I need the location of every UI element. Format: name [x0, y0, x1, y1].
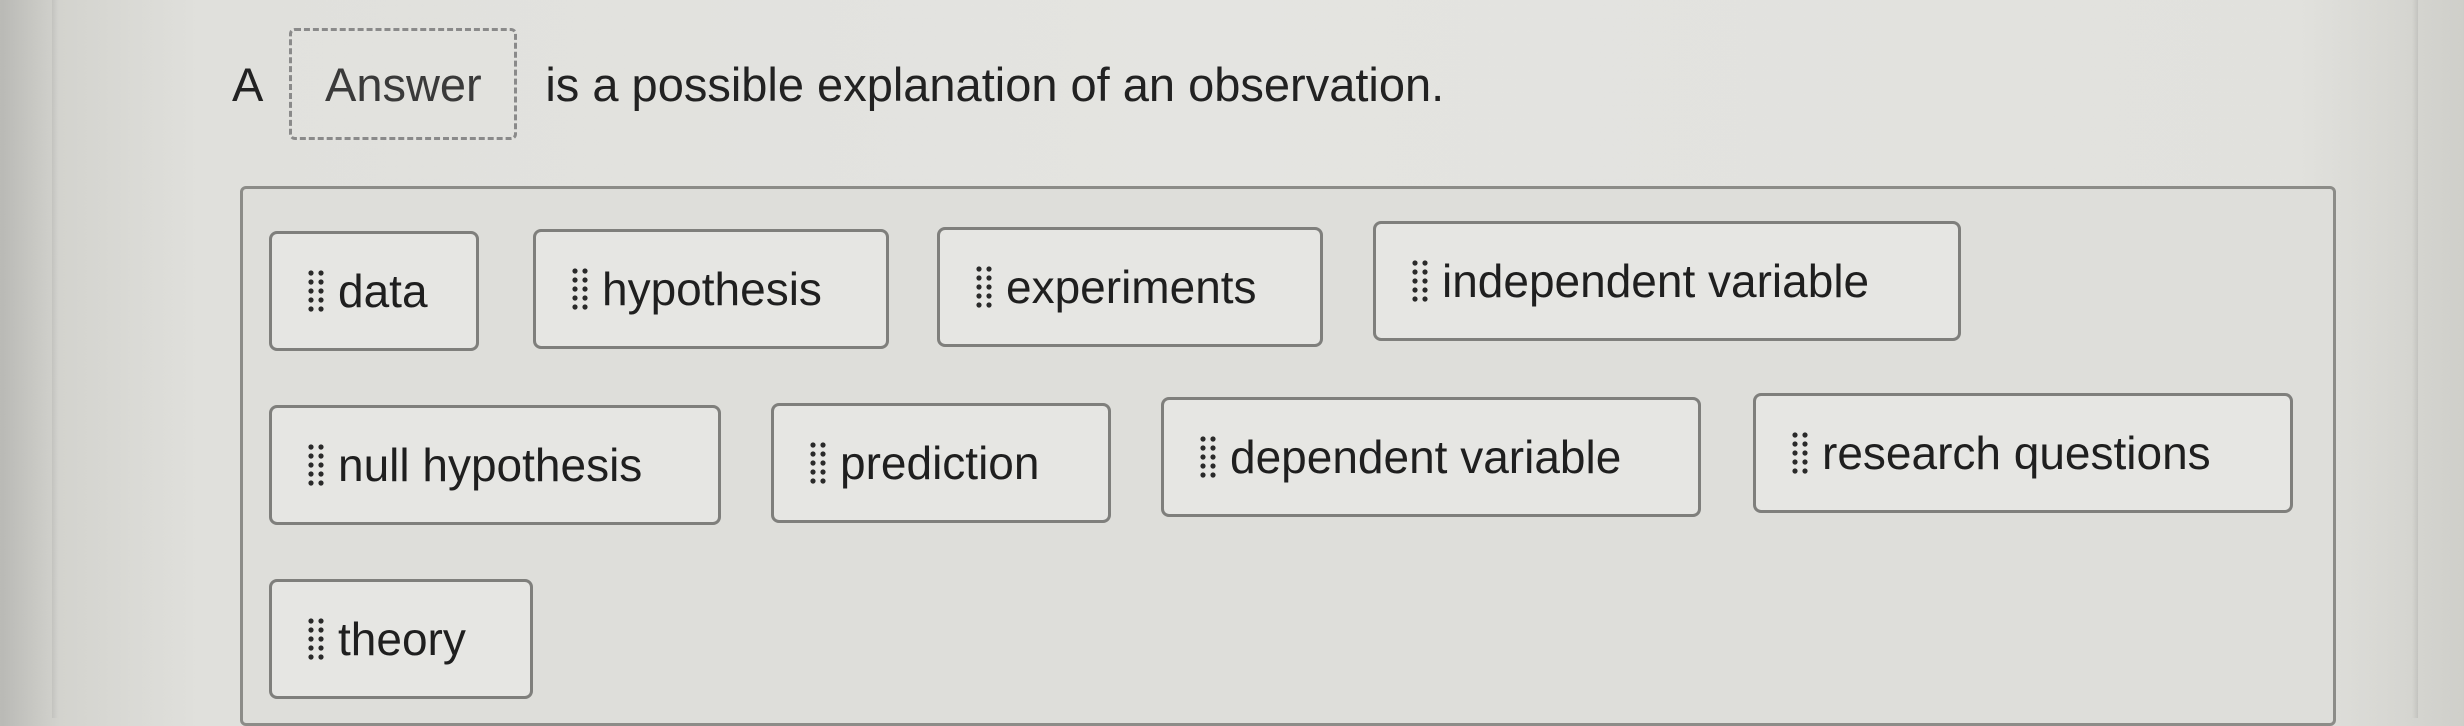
drag-handle-icon: [808, 440, 828, 486]
drag-handle-icon: [1198, 434, 1218, 480]
choice-label: hypothesis: [602, 263, 822, 315]
drag-handle-icon: [974, 264, 994, 310]
choice-label: data: [338, 265, 428, 317]
choice-chip-null-hypothesis[interactable]: null hypothesis: [269, 405, 721, 525]
drag-handle-icon: [570, 266, 590, 312]
drag-handle-icon: [1790, 430, 1810, 476]
choice-label: prediction: [840, 437, 1040, 489]
question-suffix: is a possible explanation of an observat…: [545, 57, 1445, 111]
choice-chip-experiments[interactable]: experiments: [937, 227, 1323, 347]
page-edge-right: [2412, 0, 2418, 718]
answer-drop-zone[interactable]: Answer: [289, 28, 518, 140]
choice-label: independent variable: [1442, 255, 1870, 307]
choice-chip-theory[interactable]: theory: [269, 579, 533, 699]
choice-chip-data[interactable]: data: [269, 231, 479, 351]
answer-placeholder: Answer: [324, 57, 482, 111]
question-prefix: A: [232, 57, 264, 111]
choice-chip-research-questions[interactable]: research questions: [1753, 393, 2293, 513]
drag-handle-icon: [306, 268, 326, 314]
choice-chip-hypothesis[interactable]: hypothesis: [533, 229, 889, 349]
choice-label: null hypothesis: [338, 439, 643, 491]
drag-handle-icon: [1410, 258, 1430, 304]
choice-chip-independent-variable[interactable]: independent variable: [1373, 221, 1961, 341]
question-sentence: A Answer is a possible explanation of an…: [232, 28, 1444, 140]
choice-chip-dependent-variable[interactable]: dependent variable: [1161, 397, 1701, 517]
choice-chip-prediction[interactable]: prediction: [771, 403, 1111, 523]
choice-label: research questions: [1822, 427, 2211, 479]
choice-label: experiments: [1006, 261, 1257, 313]
drag-handle-icon: [306, 442, 326, 488]
page-edge-left: [52, 0, 58, 718]
drag-handle-icon: [306, 616, 326, 662]
choice-label: theory: [338, 613, 466, 665]
choice-label: dependent variable: [1230, 431, 1622, 483]
answer-bank: data hypothesis experiments independent …: [240, 186, 2336, 726]
